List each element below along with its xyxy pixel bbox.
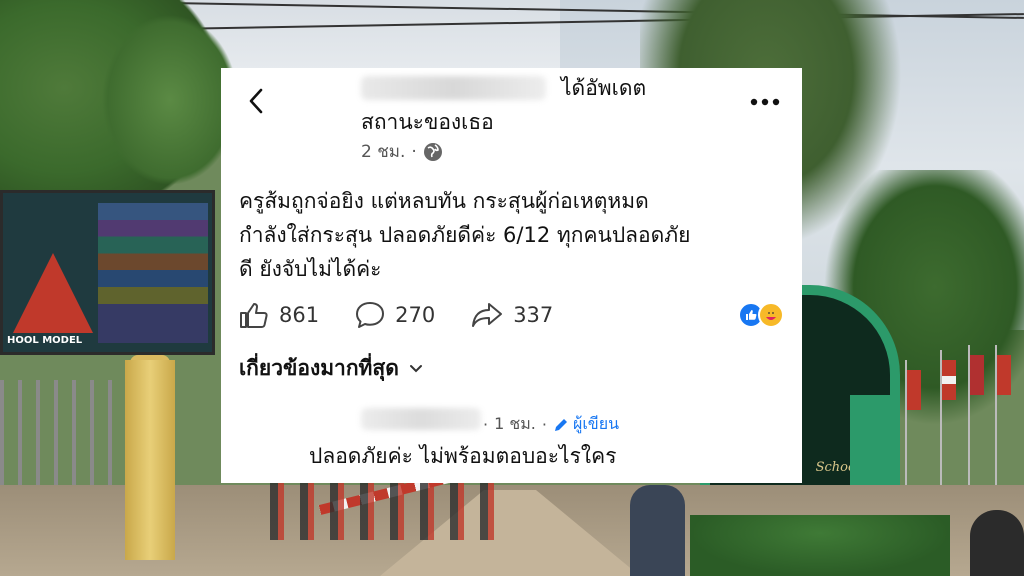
share-arrow-icon <box>472 303 503 327</box>
more-horizontal-icon <box>750 98 780 106</box>
like-count: 861 <box>279 303 320 327</box>
post-action-text-line2: สถานะของเธอ <box>361 110 494 134</box>
meta-separator: · <box>411 141 417 162</box>
share-count: 337 <box>513 303 554 327</box>
comment-sort-dropdown[interactable]: เกี่ยวข้องมากที่สุด <box>239 352 423 385</box>
author-badge-label: ผู้เขียน <box>572 414 620 433</box>
care-reaction-icon <box>758 302 784 328</box>
flag <box>942 360 956 400</box>
comment-separator: · <box>483 415 489 434</box>
share-button[interactable]: 337 <box>471 301 553 329</box>
school-billboard: HOOL MODEL <box>0 190 215 355</box>
billboard-pyramid <box>13 253 93 333</box>
facebook-post-card: ได้อัพเดต สถานะของเธอ 2 ชม. · ครูส้มถูกจ… <box>221 68 802 483</box>
hedge <box>690 515 950 576</box>
reaction-summary[interactable] <box>738 302 784 328</box>
comment-count: 270 <box>395 303 436 327</box>
globe-icon[interactable] <box>423 142 443 162</box>
comment-button[interactable]: 270 <box>355 301 435 329</box>
person <box>630 485 685 576</box>
fence <box>0 380 130 500</box>
comment-text: ปลอดภัยค่ะ ไม่พร้อมตอบอะไรใคร <box>309 444 617 468</box>
comment-meta: · 1 ชม. · ผู้เขียน <box>483 412 619 437</box>
chevron-down-icon <box>409 364 422 372</box>
gate-post <box>125 360 175 560</box>
flag <box>907 370 921 410</box>
thumbs-up-icon <box>240 303 268 328</box>
post-action-text: ได้อัพเดต <box>561 76 647 100</box>
flag <box>970 355 984 395</box>
person <box>970 510 1024 576</box>
engagement-bar: 861 270 337 <box>239 298 784 332</box>
author-name-redacted[interactable] <box>361 76 546 100</box>
more-options-button[interactable] <box>748 88 782 116</box>
comment-sort-label: เกี่ยวข้องมากที่สุด <box>239 356 399 380</box>
back-button[interactable] <box>241 86 271 116</box>
commenter-name-redacted[interactable] <box>361 408 481 430</box>
billboard-panel <box>98 203 208 343</box>
author-badge: ผู้เขียน <box>553 412 619 437</box>
billboard-caption: HOOL MODEL <box>7 335 83 346</box>
post-meta: 2 ชม. · <box>361 138 443 165</box>
comment-separator: · <box>541 415 547 434</box>
pencil-icon <box>554 418 567 431</box>
chevron-left-icon <box>249 88 263 114</box>
post-time[interactable]: 2 ชม. <box>361 138 405 165</box>
comment-time[interactable]: 1 ชม. <box>494 412 536 437</box>
like-button[interactable]: 861 <box>239 301 319 329</box>
post-body-text: ครูส้มถูกจ่อยิง แต่หลบทัน กระสุนผู้ก่อเห… <box>239 189 691 281</box>
flag <box>997 355 1011 395</box>
crowd <box>270 480 510 540</box>
comment-bubble-icon <box>356 302 385 328</box>
